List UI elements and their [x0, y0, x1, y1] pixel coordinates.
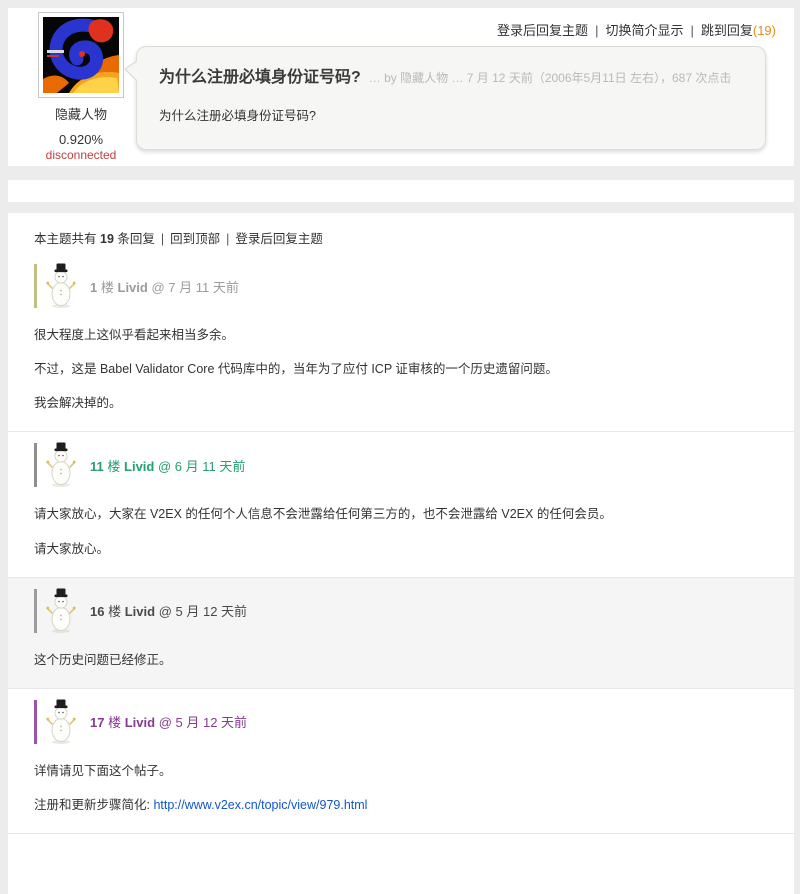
reply-item: 16 楼 Livid @ 5 月 12 天前 这个历史问题已经修正。: [8, 578, 794, 689]
reply-paragraph-with-link: 注册和更新步骤简化: http://www.v2ex.cn/topic/view…: [34, 796, 774, 814]
reply-time: @ 5 月 12 天前: [159, 604, 247, 619]
topic-meta: … by 隐藏人物 … 7 月 12 天前（2006年5月11日 左右），687…: [369, 71, 732, 85]
topic-author-avatar[interactable]: [38, 12, 124, 98]
separator: |: [690, 23, 693, 38]
reply-floor-number: 1: [90, 280, 97, 295]
reply-author-link[interactable]: Livid: [118, 280, 148, 295]
reply-accent-bar: [34, 443, 37, 487]
reply-floor-word: 楼: [108, 715, 121, 730]
replies-count: 19: [100, 232, 114, 246]
reply-count-badge[interactable]: (19): [753, 23, 776, 38]
reply-after-login-link[interactable]: 登录后回复主题: [235, 232, 323, 246]
toggle-profile-link[interactable]: 切换简介显示: [605, 23, 683, 38]
reply-paragraph: 详情请见下面这个帖子。: [34, 762, 774, 780]
reply-after-login-link[interactable]: 登录后回复主题: [497, 23, 588, 38]
replies-count-prefix: 本主题共有: [34, 232, 97, 246]
topic-url-link[interactable]: http://www.v2ex.cn/topic/view/979.html: [153, 798, 367, 812]
pager-bar: [8, 180, 794, 202]
reply-paragraph: 这个历史问题已经修正。: [34, 651, 774, 669]
reply-accent-bar: [34, 700, 37, 744]
replies-panel: 本主题共有 19 条回复 | 回到顶部 | 登录后回复主题: [8, 213, 794, 894]
reply-accent-bar: [34, 589, 37, 633]
snowman-avatar-icon[interactable]: [46, 442, 76, 488]
reply-item: 17 楼 Livid @ 5 月 12 天前 详情请见下面这个帖子。 注册和更新…: [8, 689, 794, 834]
reply-paragraph: 请大家放心，大家在 V2EX 的任何个人信息不会泄露给任何第三方的，也不会泄露给…: [34, 505, 774, 523]
reply-header-label: 16 楼 Livid @ 5 月 12 天前: [90, 601, 247, 620]
reply-author-link[interactable]: Livid: [125, 715, 155, 730]
snowman-avatar-icon[interactable]: [46, 699, 76, 745]
snowman-avatar-icon[interactable]: [46, 263, 76, 309]
reply-accent-bar: [34, 264, 37, 308]
reply-header-label: 17 楼 Livid @ 5 月 12 天前: [90, 712, 247, 731]
reply-paragraph: 请大家放心。: [34, 540, 774, 558]
separator: |: [595, 23, 598, 38]
reply-floor-number: 11: [90, 459, 104, 474]
topic-title: 为什么注册必填身份证号码?: [159, 69, 361, 86]
reply-header-label: 11 楼 Livid @ 6 月 11 天前: [90, 456, 245, 475]
reply-time: @ 6 月 11 天前: [158, 459, 245, 474]
reply-header: 1 楼 Livid @ 7 月 11 天前: [34, 253, 774, 311]
reply-floor-number: 16: [90, 604, 104, 619]
reply-header: 16 楼 Livid @ 5 月 12 天前: [34, 578, 774, 636]
reply-floor-word: 楼: [108, 604, 121, 619]
reply-time: @ 7 月 11 天前: [151, 280, 238, 295]
reply-paragraph: 不过，这是 Babel Validator Core 代码库中的，当年为了应付 …: [34, 360, 774, 378]
bubble-tail: [124, 60, 137, 82]
topic-author-percent: 0.920%: [28, 132, 134, 147]
reply-author-link[interactable]: Livid: [125, 604, 155, 619]
back-to-top-link[interactable]: 回到顶部: [170, 232, 220, 246]
topic-author-status: disconnected: [28, 148, 134, 162]
abstract-avatar-image: [43, 17, 119, 93]
reply-header: 17 楼 Livid @ 5 月 12 天前: [34, 689, 774, 747]
separator: |: [226, 232, 229, 246]
link-prefix-text: 注册和更新步骤简化:: [34, 798, 153, 812]
topic-actions: 登录后回复主题 | 切换简介显示 | 跳到回复(19): [497, 20, 776, 39]
topic-author-name[interactable]: 隐藏人物: [28, 104, 134, 123]
reply-author-link[interactable]: Livid: [124, 459, 154, 474]
reply-header: 11 楼 Livid @ 6 月 11 天前: [34, 432, 774, 490]
reply-paragraph: 我会解决掉的。: [34, 394, 774, 412]
reply-floor-word: 楼: [107, 459, 120, 474]
reply-header-label: 1 楼 Livid @ 7 月 11 天前: [90, 277, 239, 296]
topic-body-text: 为什么注册必填身份证号码?: [159, 105, 743, 124]
topic-panel: 隐藏人物 0.920% disconnected 登录后回复主题 | 切换简介显示 |…: [8, 8, 794, 166]
reply-floor-number: 17: [90, 715, 104, 730]
snowman-avatar-icon[interactable]: [46, 588, 76, 634]
reply-item: 11 楼 Livid @ 6 月 11 天前 请大家放心，大家在 V2EX 的任…: [8, 432, 794, 577]
topic-author-column: 隐藏人物 0.920% disconnected: [28, 12, 134, 162]
reply-item: 1 楼 Livid @ 7 月 11 天前 很大程度上这似乎看起来相当多余。 不…: [8, 253, 794, 432]
replies-summary: 本主题共有 19 条回复 | 回到顶部 | 登录后回复主题: [8, 221, 794, 253]
topic-bubble: 为什么注册必填身份证号码? … by 隐藏人物 … 7 月 12 天前（2006年…: [136, 46, 766, 150]
replies-count-suffix: 条回复: [117, 232, 155, 246]
reply-paragraph: 很大程度上这似乎看起来相当多余。: [34, 326, 774, 344]
reply-time: @ 5 月 12 天前: [159, 715, 247, 730]
separator: |: [161, 232, 164, 246]
jump-to-replies-link[interactable]: 跳到回复: [701, 23, 753, 38]
reply-floor-word: 楼: [101, 280, 114, 295]
